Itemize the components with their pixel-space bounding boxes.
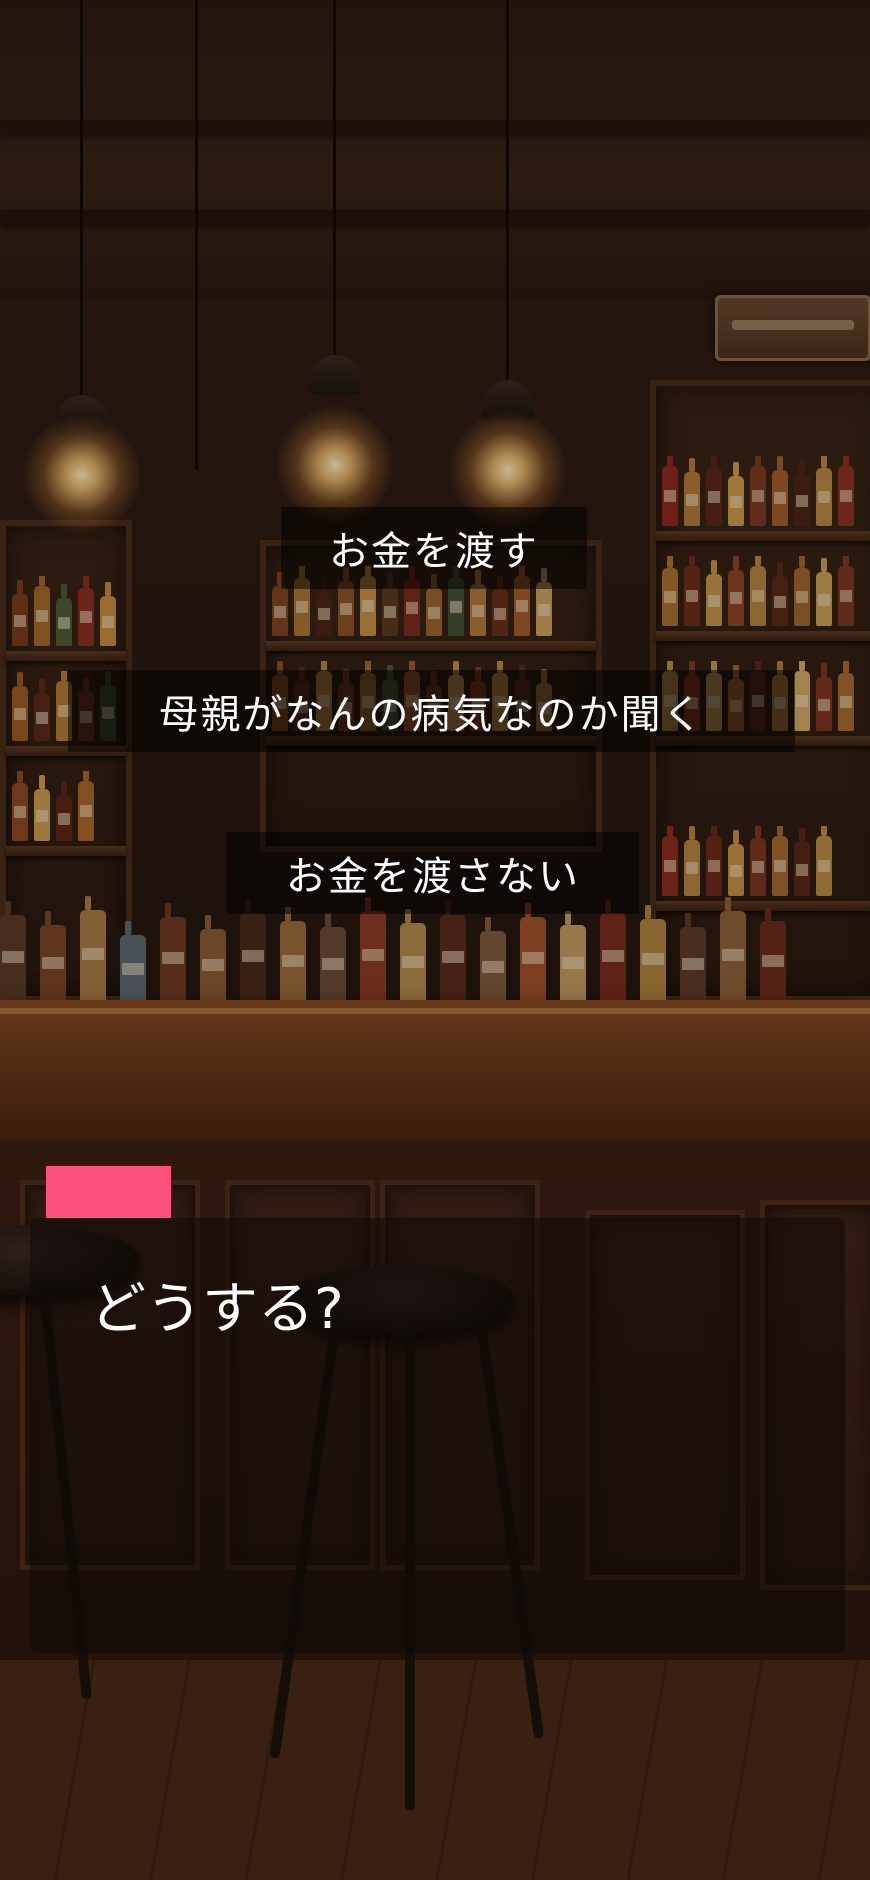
dialog-text: どうする? bbox=[90, 1277, 344, 1342]
choice-button-refuse-money[interactable]: お金を渡さない bbox=[227, 832, 639, 914]
speaker-name-tag bbox=[46, 1166, 171, 1218]
choice-button-give-money[interactable]: お金を渡す bbox=[281, 507, 587, 589]
choice-button-ask-illness[interactable]: 母親がなんの病気なのか聞く bbox=[68, 670, 795, 752]
dialog-box[interactable]: どうする? bbox=[30, 1218, 845, 1653]
game-scene[interactable]: お金を渡す 母親がなんの病気なのか聞く お金を渡さない どうする? bbox=[0, 0, 870, 1880]
